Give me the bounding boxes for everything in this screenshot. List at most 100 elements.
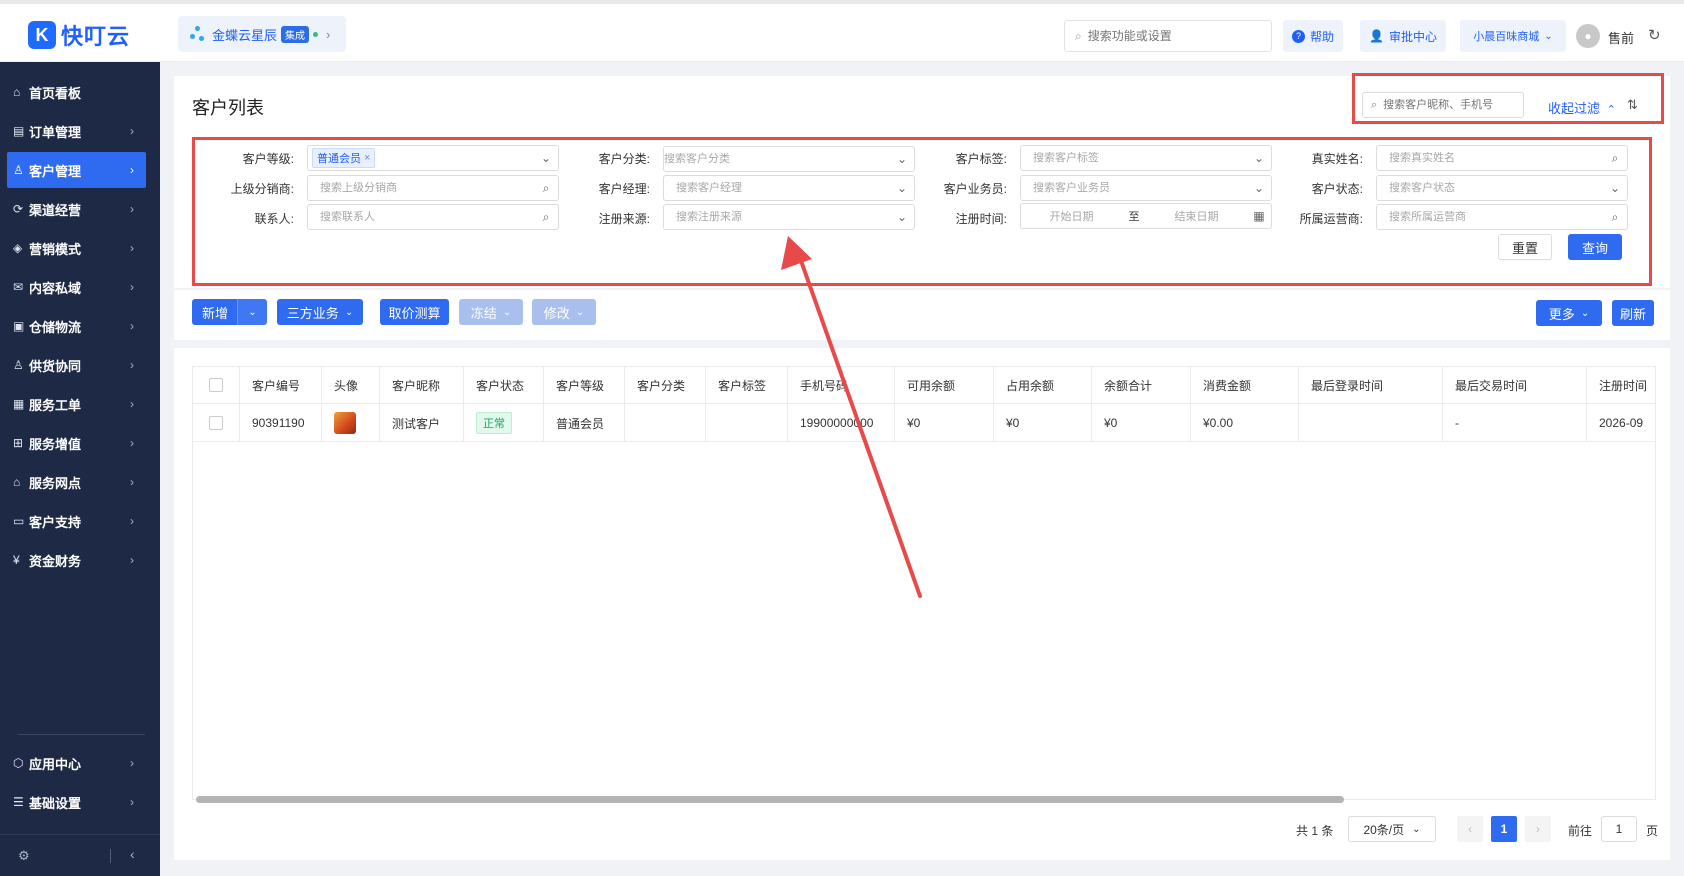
add-dropdown-button[interactable]: ⌄: [237, 299, 267, 325]
reset-button[interactable]: 重置: [1498, 234, 1552, 260]
brand-logo[interactable]: K 快叮云: [28, 19, 130, 51]
manager-select[interactable]: ⌄: [663, 175, 915, 201]
freeze-button[interactable]: 冻结 ⌄: [459, 299, 523, 325]
col-header[interactable]: 客户等级: [544, 366, 625, 404]
sidebar-item-finance[interactable]: ¥ 资金财务 ›: [7, 542, 146, 578]
avatar-person-icon: ●: [1584, 29, 1592, 43]
table-row[interactable]: 90391190 测试客户 正常 普通会员 19900000000 ¥0 ¥0 …: [192, 404, 1656, 442]
gear-icon[interactable]: ⚙: [18, 848, 30, 864]
goto-page-input[interactable]: [1601, 816, 1637, 842]
customer-quick-search[interactable]: ⌕: [1362, 92, 1524, 118]
approval-center-button[interactable]: 👤 审批中心: [1360, 20, 1446, 52]
sidebar-item-settings[interactable]: ☰ 基础设置 ›: [7, 784, 146, 820]
close-icon[interactable]: ×: [364, 152, 370, 164]
col-header[interactable]: 消费金额: [1191, 366, 1299, 404]
refresh-icon[interactable]: ↻: [1648, 26, 1661, 44]
prev-page-button[interactable]: ‹: [1457, 816, 1483, 842]
add-button[interactable]: 新增: [192, 299, 238, 325]
refresh-button[interactable]: 刷新: [1612, 300, 1654, 326]
date-separator: 至: [1128, 211, 1140, 223]
distributor-field[interactable]: ⌕: [307, 175, 559, 201]
third-party-button[interactable]: 三方业务 ⌄: [277, 299, 363, 325]
more-button[interactable]: 更多 ⌄: [1536, 300, 1602, 326]
app-switcher[interactable]: 金蝶云星辰 集成 ›: [178, 16, 346, 52]
page-1-button[interactable]: 1: [1491, 816, 1517, 842]
sidebar-item-value-added[interactable]: ⊞ 服务增值 ›: [7, 425, 146, 461]
sidebar-item-channels[interactable]: ⟳ 渠道经营 ›: [7, 191, 146, 227]
sidebar-item-content[interactable]: ✉ 内容私域 ›: [7, 269, 146, 305]
source-input[interactable]: [676, 211, 890, 223]
level-select[interactable]: 普通会员 × ⌄: [307, 145, 559, 171]
chevron-down-icon: ⌄: [1609, 181, 1621, 195]
sidebar-item-service-points[interactable]: ⌂ 服务网点 ›: [7, 464, 146, 500]
horizontal-scrollbar[interactable]: [196, 796, 1344, 803]
level-tag[interactable]: 普通会员 ×: [312, 148, 376, 168]
category-select[interactable]: ⌄: [663, 146, 915, 172]
col-header[interactable]: 客户编号: [240, 366, 322, 404]
salesman-select[interactable]: ⌄: [1020, 175, 1272, 201]
sidebar-item-warehouse[interactable]: ▣ 仓储物流 ›: [7, 308, 146, 344]
user-name[interactable]: 售前: [1608, 28, 1634, 47]
operator-input[interactable]: [1389, 211, 1603, 223]
start-date[interactable]: 开始日期: [1021, 208, 1122, 224]
tag-icon: ◈: [13, 241, 23, 255]
col-header[interactable]: 占用余额: [994, 366, 1092, 404]
shop-select[interactable]: 小晨百味商城 ⌄: [1460, 20, 1566, 52]
help-button[interactable]: ? 帮助: [1283, 20, 1344, 52]
source-select[interactable]: ⌄: [663, 204, 915, 230]
realname-field[interactable]: ⌕: [1376, 145, 1628, 171]
page-size-select[interactable]: 20条/页 ⌄: [1348, 816, 1436, 842]
next-page-button[interactable]: ›: [1525, 816, 1551, 842]
sidebar-item-support[interactable]: ▭ 客户支持 ›: [7, 503, 146, 539]
sort-icon[interactable]: ⇅: [1627, 97, 1638, 113]
col-header[interactable]: 头像: [322, 366, 380, 404]
customer-quick-search-input[interactable]: [1383, 99, 1514, 111]
col-header[interactable]: 客户标签: [706, 366, 788, 404]
operator-field[interactable]: ⌕: [1376, 204, 1628, 230]
query-button[interactable]: 查询: [1568, 234, 1622, 260]
status-select[interactable]: ⌄: [1376, 175, 1628, 201]
col-header[interactable]: 最后交易时间: [1443, 366, 1587, 404]
select-all-checkbox[interactable]: [208, 378, 223, 392]
page-size-label: 20条/页: [1363, 822, 1405, 837]
global-search-input[interactable]: [1087, 29, 1258, 43]
row-checkbox[interactable]: [208, 416, 223, 430]
avatar-thumbnail[interactable]: [334, 412, 356, 434]
distributor-input[interactable]: [320, 182, 534, 194]
end-date[interactable]: 结束日期: [1146, 208, 1247, 224]
sidebar-item-dashboard[interactable]: ⌂ 首页看板: [7, 74, 146, 110]
contact-input[interactable]: [320, 211, 534, 223]
realname-input[interactable]: [1389, 152, 1603, 164]
contact-field[interactable]: ⌕: [307, 204, 559, 230]
sidebar-item-orders[interactable]: ▤ 订单管理 ›: [7, 113, 146, 149]
search-icon: ⌕: [1611, 150, 1619, 165]
col-header[interactable]: 可用余额: [895, 366, 994, 404]
tag-select[interactable]: ⌄: [1020, 145, 1272, 171]
collapse-filter-link[interactable]: 收起过滤 ⌃: [1548, 98, 1616, 117]
manager-input[interactable]: [676, 182, 890, 194]
modify-button[interactable]: 修改 ⌄: [532, 299, 596, 325]
col-header[interactable]: 客户昵称: [380, 366, 464, 404]
sidebar-item-service-ticket[interactable]: ▦ 服务工单 ›: [7, 386, 146, 422]
sidebar-item-customers[interactable]: ♙ 客户管理 ›: [7, 152, 146, 188]
chevron-right-icon: ›: [130, 436, 134, 450]
col-header[interactable]: 余额合计: [1092, 366, 1191, 404]
tag-input[interactable]: [1033, 152, 1247, 164]
col-header[interactable]: 客户分类: [625, 366, 706, 404]
regtime-range[interactable]: 开始日期 至 结束日期 ▦: [1020, 203, 1272, 229]
col-header[interactable]: 注册时间: [1587, 366, 1656, 404]
more-label: 更多: [1548, 306, 1575, 322]
sidebar-item-app-center[interactable]: ⬡ 应用中心 ›: [7, 745, 146, 781]
global-search[interactable]: ⌕: [1064, 20, 1272, 52]
price-calc-button[interactable]: 取价测算: [380, 299, 449, 325]
col-header[interactable]: 手机号码: [788, 366, 895, 404]
sidebar-item-supply[interactable]: ♙ 供货协同 ›: [7, 347, 146, 383]
col-header[interactable]: 客户状态: [464, 366, 544, 404]
status-input[interactable]: [1389, 182, 1603, 194]
sidebar-item-marketing[interactable]: ◈ 营销模式 ›: [7, 230, 146, 266]
col-header[interactable]: 最后登录时间: [1299, 366, 1443, 404]
collapse-sidebar-icon[interactable]: ‹: [130, 846, 135, 862]
salesman-input[interactable]: [1033, 182, 1247, 194]
avatar[interactable]: ●: [1576, 24, 1600, 48]
category-input[interactable]: [664, 153, 890, 165]
